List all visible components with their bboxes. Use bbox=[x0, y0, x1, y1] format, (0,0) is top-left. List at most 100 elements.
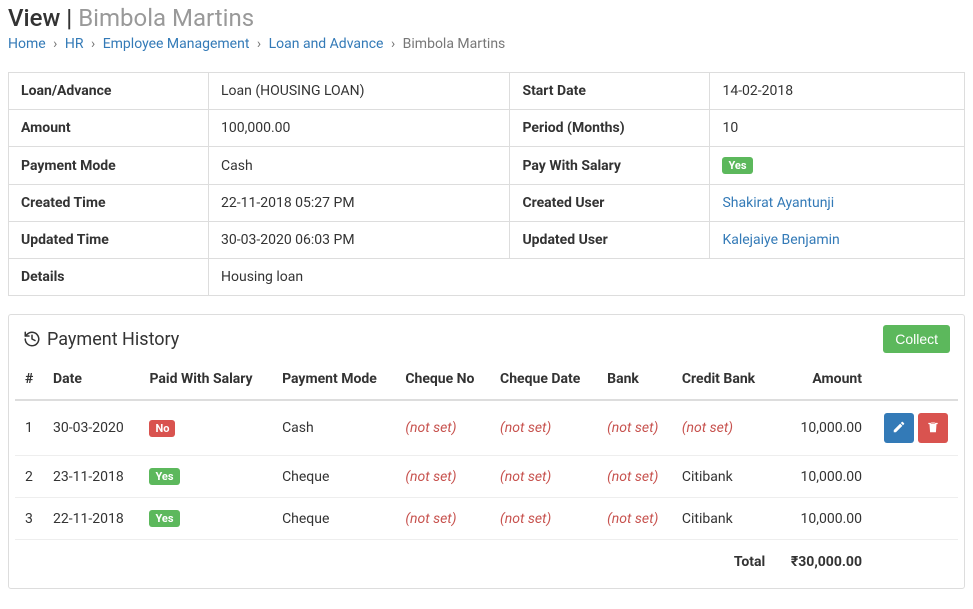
detail-table: Loan/Advance Loan (HOUSING LOAN) Start D… bbox=[8, 72, 965, 296]
table-row: 223-11-2018YesCheque(not set)(not set)(n… bbox=[15, 456, 958, 498]
detail-label-details: Details bbox=[9, 259, 209, 296]
detail-value-updated-user: Kalejaiye Benjamin bbox=[710, 222, 965, 259]
breadcrumb-sep: › bbox=[53, 36, 57, 52]
status-badge-no: No bbox=[149, 420, 175, 437]
created-user-link[interactable]: Shakirat Ayantunji bbox=[722, 195, 834, 211]
col-credit-bank: Credit Bank bbox=[674, 359, 773, 400]
cell-paid-with-salary: No bbox=[141, 400, 274, 456]
detail-label-updated-time: Updated Time bbox=[9, 222, 209, 259]
edit-button[interactable] bbox=[884, 413, 914, 443]
page-title-sep: | bbox=[60, 4, 78, 32]
page-title: View | Bimbola Martins bbox=[8, 4, 965, 32]
cell-actions bbox=[868, 400, 958, 456]
col-cheque-no: Cheque No bbox=[397, 359, 492, 400]
detail-label-amount: Amount bbox=[9, 110, 209, 147]
not-set-text: (not set) bbox=[500, 469, 551, 485]
detail-value-period: 10 bbox=[710, 110, 965, 147]
cell-cheque-no: (not set) bbox=[397, 498, 492, 540]
cell-credit-bank: Citibank bbox=[674, 456, 773, 498]
edit-icon bbox=[892, 420, 906, 437]
detail-value-created-time: 22-11-2018 05:27 PM bbox=[209, 185, 510, 222]
col-bank: Bank bbox=[599, 359, 674, 400]
payment-history-panel: Payment History Collect # Date Paid With… bbox=[8, 314, 965, 589]
status-badge-yes: Yes bbox=[722, 157, 752, 174]
status-badge-yes: Yes bbox=[149, 510, 179, 527]
table-row: 130-03-2020 No Cash (not set) (not set) (not … bbox=[15, 400, 958, 456]
cell-paid-with-salary: Yes bbox=[141, 456, 274, 498]
cell-cheque-date: (not set) bbox=[492, 400, 599, 456]
total-value: ₹30,000.00 bbox=[773, 540, 868, 583]
cell-num: 1 bbox=[15, 400, 45, 456]
breadcrumb: Home › HR › Employee Management › Loan a… bbox=[8, 36, 965, 52]
breadcrumb-sep: › bbox=[391, 36, 395, 52]
not-set-text: (not set) bbox=[405, 469, 456, 485]
detail-label-updated-user: Updated User bbox=[510, 222, 710, 259]
detail-value-details: Housing loan bbox=[209, 259, 965, 296]
breadcrumb-hr[interactable]: HR bbox=[65, 36, 84, 52]
cell-num: 3 bbox=[15, 498, 45, 540]
cell-date: 22-11-2018 bbox=[45, 498, 141, 540]
col-paid-with-salary: Paid With Salary bbox=[141, 359, 274, 400]
detail-label-loan: Loan/Advance bbox=[9, 73, 209, 110]
total-label: Total bbox=[674, 540, 773, 583]
detail-value-amount: 100,000.00 bbox=[209, 110, 510, 147]
detail-label-period: Period (Months) bbox=[510, 110, 710, 147]
breadcrumb-sep: › bbox=[257, 36, 261, 52]
not-set-text: (not set) bbox=[682, 420, 733, 436]
detail-label-created-time: Created Time bbox=[9, 185, 209, 222]
cell-num: 2 bbox=[15, 456, 45, 498]
cell-amount: 10,000.00 bbox=[773, 498, 868, 540]
not-set-text: (not set) bbox=[607, 469, 658, 485]
not-set-text: (not set) bbox=[405, 420, 456, 436]
cell-payment-mode: Cash bbox=[274, 400, 397, 456]
page-title-prefix: View bbox=[8, 4, 60, 32]
history-total-row: Total ₹30,000.00 bbox=[15, 540, 958, 583]
not-set-text: (not set) bbox=[500, 511, 551, 527]
cell-payment-mode: Cheque bbox=[274, 456, 397, 498]
trash-icon bbox=[926, 420, 940, 437]
cell-bank: (not set) bbox=[599, 456, 674, 498]
breadcrumb-home[interactable]: Home bbox=[8, 36, 46, 52]
detail-label-created-user: Created User bbox=[510, 185, 710, 222]
cell-actions bbox=[868, 498, 958, 540]
col-amount: Amount bbox=[773, 359, 868, 400]
detail-label-payment-mode: Payment Mode bbox=[9, 147, 209, 185]
breadcrumb-emp-mgmt[interactable]: Employee Management bbox=[103, 36, 250, 52]
cell-cheque-date: (not set) bbox=[492, 498, 599, 540]
cell-bank: (not set) bbox=[599, 400, 674, 456]
collect-button[interactable]: Collect bbox=[883, 325, 950, 353]
col-payment-mode: Payment Mode bbox=[274, 359, 397, 400]
cell-cheque-no: (not set) bbox=[397, 400, 492, 456]
detail-label-pay-with-salary: Pay With Salary bbox=[510, 147, 710, 185]
col-date: Date bbox=[45, 359, 141, 400]
table-row: 322-11-2018 Yes Cheque (not set) (not set) (n… bbox=[15, 498, 958, 540]
panel-header: Payment History Collect bbox=[9, 315, 964, 359]
detail-value-loan: Loan (HOUSING LOAN) bbox=[209, 73, 510, 110]
cell-date: 30-03-2020 bbox=[45, 400, 141, 456]
breadcrumb-current: Bimbola Martins bbox=[403, 36, 506, 52]
cell-amount: 10,000.00 bbox=[773, 400, 868, 456]
cell-cheque-date: (not set) bbox=[492, 456, 599, 498]
col-actions bbox=[868, 359, 958, 400]
breadcrumb-loan-adv[interactable]: Loan and Advance bbox=[269, 36, 384, 52]
updated-user-link[interactable]: Kalejaiye Benjamin bbox=[722, 232, 839, 248]
col-num: # bbox=[15, 359, 45, 400]
not-set-text: (not set) bbox=[405, 511, 456, 527]
page-title-name: Bimbola Martins bbox=[78, 4, 254, 32]
detail-value-pay-with-salary: Yes bbox=[710, 147, 965, 185]
not-set-text: (not set) bbox=[607, 511, 658, 527]
status-badge-yes: Yes bbox=[149, 468, 179, 485]
history-icon bbox=[23, 330, 41, 348]
detail-label-start-date: Start Date bbox=[510, 73, 710, 110]
history-table: # Date Paid With Salary Payment Mode Che… bbox=[15, 359, 958, 582]
cell-credit-bank: (not set) bbox=[674, 400, 773, 456]
not-set-text: (not set) bbox=[500, 420, 551, 436]
cell-credit-bank: Citibank bbox=[674, 498, 773, 540]
detail-value-payment-mode: Cash bbox=[209, 147, 510, 185]
not-set-text: (not set) bbox=[607, 420, 658, 436]
cell-paid-with-salary: Yes bbox=[141, 498, 274, 540]
panel-title: Payment History bbox=[47, 329, 179, 350]
cell-payment-mode: Cheque bbox=[274, 498, 397, 540]
delete-button[interactable] bbox=[918, 413, 948, 443]
breadcrumb-sep: › bbox=[91, 36, 95, 52]
